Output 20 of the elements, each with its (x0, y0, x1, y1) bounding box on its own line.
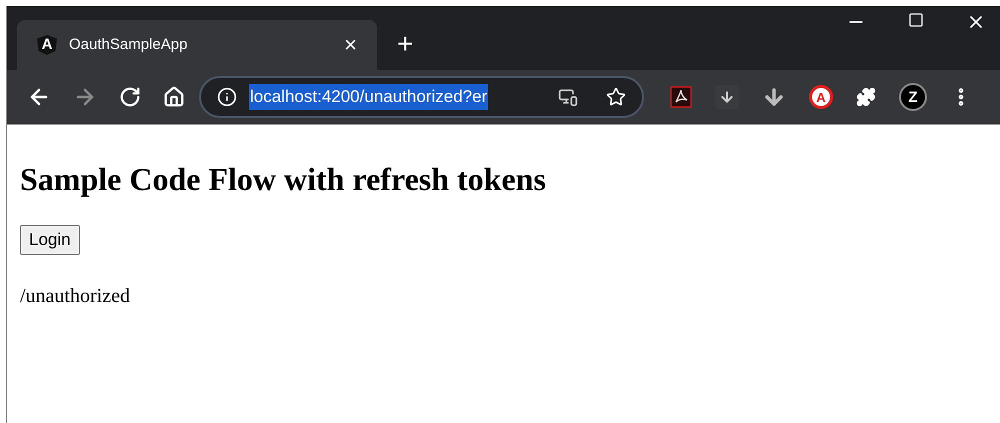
star-icon[interactable] (606, 87, 626, 107)
login-button[interactable]: Login (20, 225, 80, 254)
route-text: /unauthorized (20, 284, 131, 308)
devices-icon[interactable] (558, 87, 578, 107)
extension-icon[interactable]: Z (899, 83, 927, 111)
tab-title: OauthSampleApp (69, 34, 188, 55)
url-text: localhost:4200/unauthorized?er (249, 84, 488, 110)
new-tab-button[interactable]: + (397, 30, 414, 58)
extension-icon[interactable]: A (809, 85, 833, 109)
home-icon[interactable] (163, 86, 185, 108)
app-logo-icon: A (37, 35, 57, 55)
extensions-icon[interactable] (856, 87, 876, 107)
pdf-icon[interactable] (670, 86, 692, 108)
page-heading: Sample Code Flow with refresh tokens (20, 160, 547, 199)
browser-tab[interactable]: A OauthSampleApp × (17, 20, 377, 70)
info-icon (217, 87, 237, 107)
address-bar[interactable]: localhost:4200/unauthorized?er (199, 76, 644, 118)
reload-icon[interactable] (119, 86, 141, 108)
download-icon[interactable] (715, 85, 739, 109)
close-tab-button[interactable]: × (344, 34, 357, 56)
